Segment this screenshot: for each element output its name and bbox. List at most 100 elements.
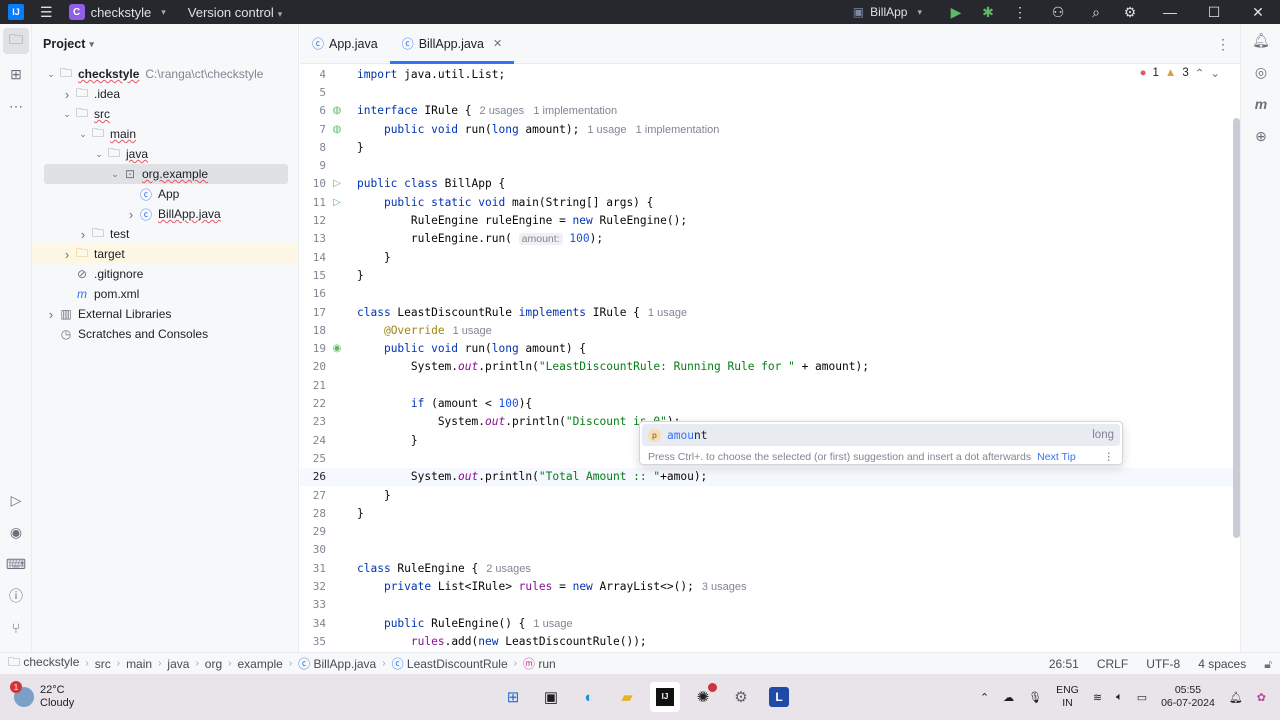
more-tools-icon[interactable]: ⋯ [0, 90, 32, 122]
run-gutter-icon[interactable]: ▷ [330, 197, 344, 208]
code-line[interactable]: 8} [300, 138, 1240, 156]
tree-item[interactable]: › ▥ External Libraries [32, 304, 298, 324]
edge-browser-icon[interactable]: ◐ [574, 682, 604, 712]
code-line[interactable]: 33 [300, 596, 1240, 614]
code-line[interactable]: 30 [300, 541, 1240, 559]
code-line[interactable]: 16 [300, 285, 1240, 303]
chevron-right-icon[interactable]: › [60, 87, 74, 102]
chevron-right-icon[interactable]: › [60, 247, 74, 262]
volume-icon[interactable]: 🔈︎ [1116, 691, 1123, 704]
close-button[interactable]: ✕ [1236, 4, 1280, 21]
language-indicator[interactable]: ENG IN [1056, 684, 1079, 710]
code-line[interactable]: 26 System.out.println("Total Amount :: "… [300, 467, 1240, 486]
windows-start-icon[interactable]: ⊞ [498, 682, 528, 712]
hamburger-icon[interactable]: ☰ [40, 4, 53, 21]
code-line[interactable]: 5 [300, 83, 1240, 101]
code-line[interactable]: 28} [300, 504, 1240, 522]
clock[interactable]: 05:55 06-07-2024 [1161, 684, 1215, 710]
globe-icon[interactable]: ⊕ [1241, 120, 1280, 152]
tree-item[interactable]: ⊘ .gitignore [32, 264, 298, 284]
breadcrumb-item[interactable]: java [167, 657, 189, 671]
breadcrumb-item[interactable]: org [205, 657, 222, 671]
code-line[interactable]: 4 import java.util.List; [300, 65, 1240, 83]
code-line[interactable]: 17 class LeastDiscountRule implements IRu… [300, 303, 1240, 321]
chevron-up-icon[interactable]: ⌃ [980, 691, 989, 704]
code-line[interactable]: 7 ◍ public void run(long amount); 1 usage … [300, 120, 1240, 138]
intellij-app-icon[interactable]: IJ [650, 682, 680, 712]
code-line[interactable]: 22 if (amount < 100){ [300, 394, 1240, 412]
breadcrumb-item[interactable]: ⓒ BillApp.java [298, 655, 376, 672]
search-icon[interactable]: ⌕ [1080, 4, 1112, 21]
copilot-icon[interactable]: ✿ [1257, 691, 1266, 704]
breadcrumb-item[interactable]: 🗀 checkstyle [8, 653, 79, 674]
git-tool-icon[interactable]: ⑂ [0, 612, 32, 644]
more-vertical-icon[interactable]: ⋮ [1104, 451, 1115, 463]
task-view-icon[interactable]: ▣ [536, 682, 566, 712]
tree-item[interactable]: › ⓒ BillApp.java [32, 204, 298, 224]
intellij-logo-icon[interactable]: IJ [8, 4, 24, 20]
run-tool-icon[interactable]: ▷ [0, 484, 32, 516]
code-line[interactable]: 11 ▷ public static void main(String[] arg… [300, 193, 1240, 211]
tree-item[interactable]: ⓒ App [32, 184, 298, 204]
breadcrumb-item[interactable]: ⓜ run [523, 655, 556, 672]
code-line[interactable]: 21 [300, 376, 1240, 394]
code-line[interactable]: 6 ◍ interface IRule {2 usages 1 implementa… [300, 102, 1240, 120]
battery-icon[interactable]: ▭ [1137, 691, 1147, 704]
breadcrumb-item[interactable]: main [126, 657, 152, 671]
tree-item[interactable]: ◷ Scratches and Consoles [32, 324, 298, 344]
run-icon[interactable]: ▶ [940, 4, 972, 21]
chatgpt-app-icon[interactable]: ✺ [688, 682, 718, 712]
vcs-menu[interactable]: Version control ▾ [188, 5, 283, 20]
tab-billapp-java[interactable]: ⓒ BillApp.java ✕ [389, 24, 515, 64]
tabs-menu-icon[interactable]: ⋮ [1216, 36, 1230, 53]
project-switcher[interactable]: C checkstyle ▾ [68, 4, 166, 20]
project-tool-icon[interactable]: 🗀 [3, 28, 29, 54]
chevron-down-icon[interactable]: ⌄ [44, 69, 58, 80]
minimize-button[interactable]: — [1148, 4, 1192, 20]
tree-item[interactable]: › 🗀 test [32, 224, 298, 244]
code-line[interactable]: 19 ◉ public void run(long amount) { [300, 340, 1240, 358]
breadcrumb-item[interactable]: ⓒ LeastDiscountRule [392, 655, 508, 672]
editor-scrollbar[interactable] [1233, 118, 1240, 538]
services-tool-icon[interactable]: ◉ [0, 516, 32, 548]
problems-tool-icon[interactable]: ⓘ [0, 580, 32, 612]
override-gutter-icon[interactable]: ◉ [330, 343, 344, 354]
inspection-widget[interactable]: ● 1 ▲ 3 ⌃ ⌄ [1140, 66, 1220, 80]
implemented-gutter-icon[interactable]: ◍ [330, 124, 344, 135]
tree-item[interactable]: › 🗀 target [32, 244, 298, 264]
chevron-right-icon[interactable]: › [76, 227, 90, 242]
onedrive-cloud-icon[interactable]: ☁ [1003, 691, 1014, 704]
tree-item[interactable]: ⌄ 🗀 checkstyle C:\ranga\ct\checkstyle [32, 64, 298, 84]
code-line[interactable]: 18 @Override 1 usage [300, 321, 1240, 339]
code-line[interactable]: 32 private List<IRule> rules = new Array… [300, 577, 1240, 595]
completion-item[interactable]: p amou nt long [642, 424, 1120, 446]
code-line[interactable]: 20 System.out.println("LeastDiscountRule… [300, 358, 1240, 376]
chevron-right-icon[interactable]: › [124, 207, 138, 222]
line-separator[interactable]: CRLF [1097, 657, 1128, 671]
notifications-icon[interactable]: 🔔︎ [1229, 691, 1243, 704]
code-line[interactable]: 14 } [300, 248, 1240, 266]
run-gutter-icon[interactable]: ▷ [330, 178, 344, 189]
weather-widget[interactable]: 1 22°C Cloudy [10, 681, 74, 710]
learning-app-icon[interactable]: L [764, 682, 794, 712]
tree-item[interactable]: › 🗀 .idea [32, 84, 298, 104]
wifi-icon[interactable]: ≋ [1093, 691, 1102, 704]
lock-icon[interactable]: 🔓︎ [1264, 657, 1272, 672]
terminal-tool-icon[interactable]: ⌨ [0, 548, 32, 580]
tab-app-java[interactable]: ⓒ App.java [300, 24, 390, 64]
caret-position[interactable]: 26:51 [1049, 657, 1079, 671]
file-explorer-icon[interactable]: ▰ [612, 682, 642, 712]
run-config-selector[interactable]: ▣ BillApp ▾ [853, 5, 922, 19]
chevron-down-icon[interactable]: ⌄ [76, 129, 90, 140]
maven-tool-icon[interactable]: m [1241, 88, 1280, 120]
code-editor[interactable]: 4 import java.util.List; 5 6 ◍ interface IRul… [300, 64, 1240, 652]
add-user-icon[interactable]: ⚇ [1036, 4, 1080, 21]
settings-gear-icon[interactable]: ⚙ [1112, 4, 1148, 21]
ai-assistant-icon[interactable]: ◎ [1241, 56, 1280, 88]
code-line[interactable]: 31 class RuleEngine {2 usages [300, 559, 1240, 577]
code-line[interactable]: 12 RuleEngine ruleEngine = new RuleEngin… [300, 211, 1240, 229]
more-vertical-icon[interactable]: ⋮ [1004, 4, 1036, 21]
chevron-up-icon[interactable]: ⌃ [1195, 66, 1205, 80]
file-encoding[interactable]: UTF-8 [1146, 657, 1180, 671]
breadcrumb-item[interactable]: src [95, 657, 111, 671]
